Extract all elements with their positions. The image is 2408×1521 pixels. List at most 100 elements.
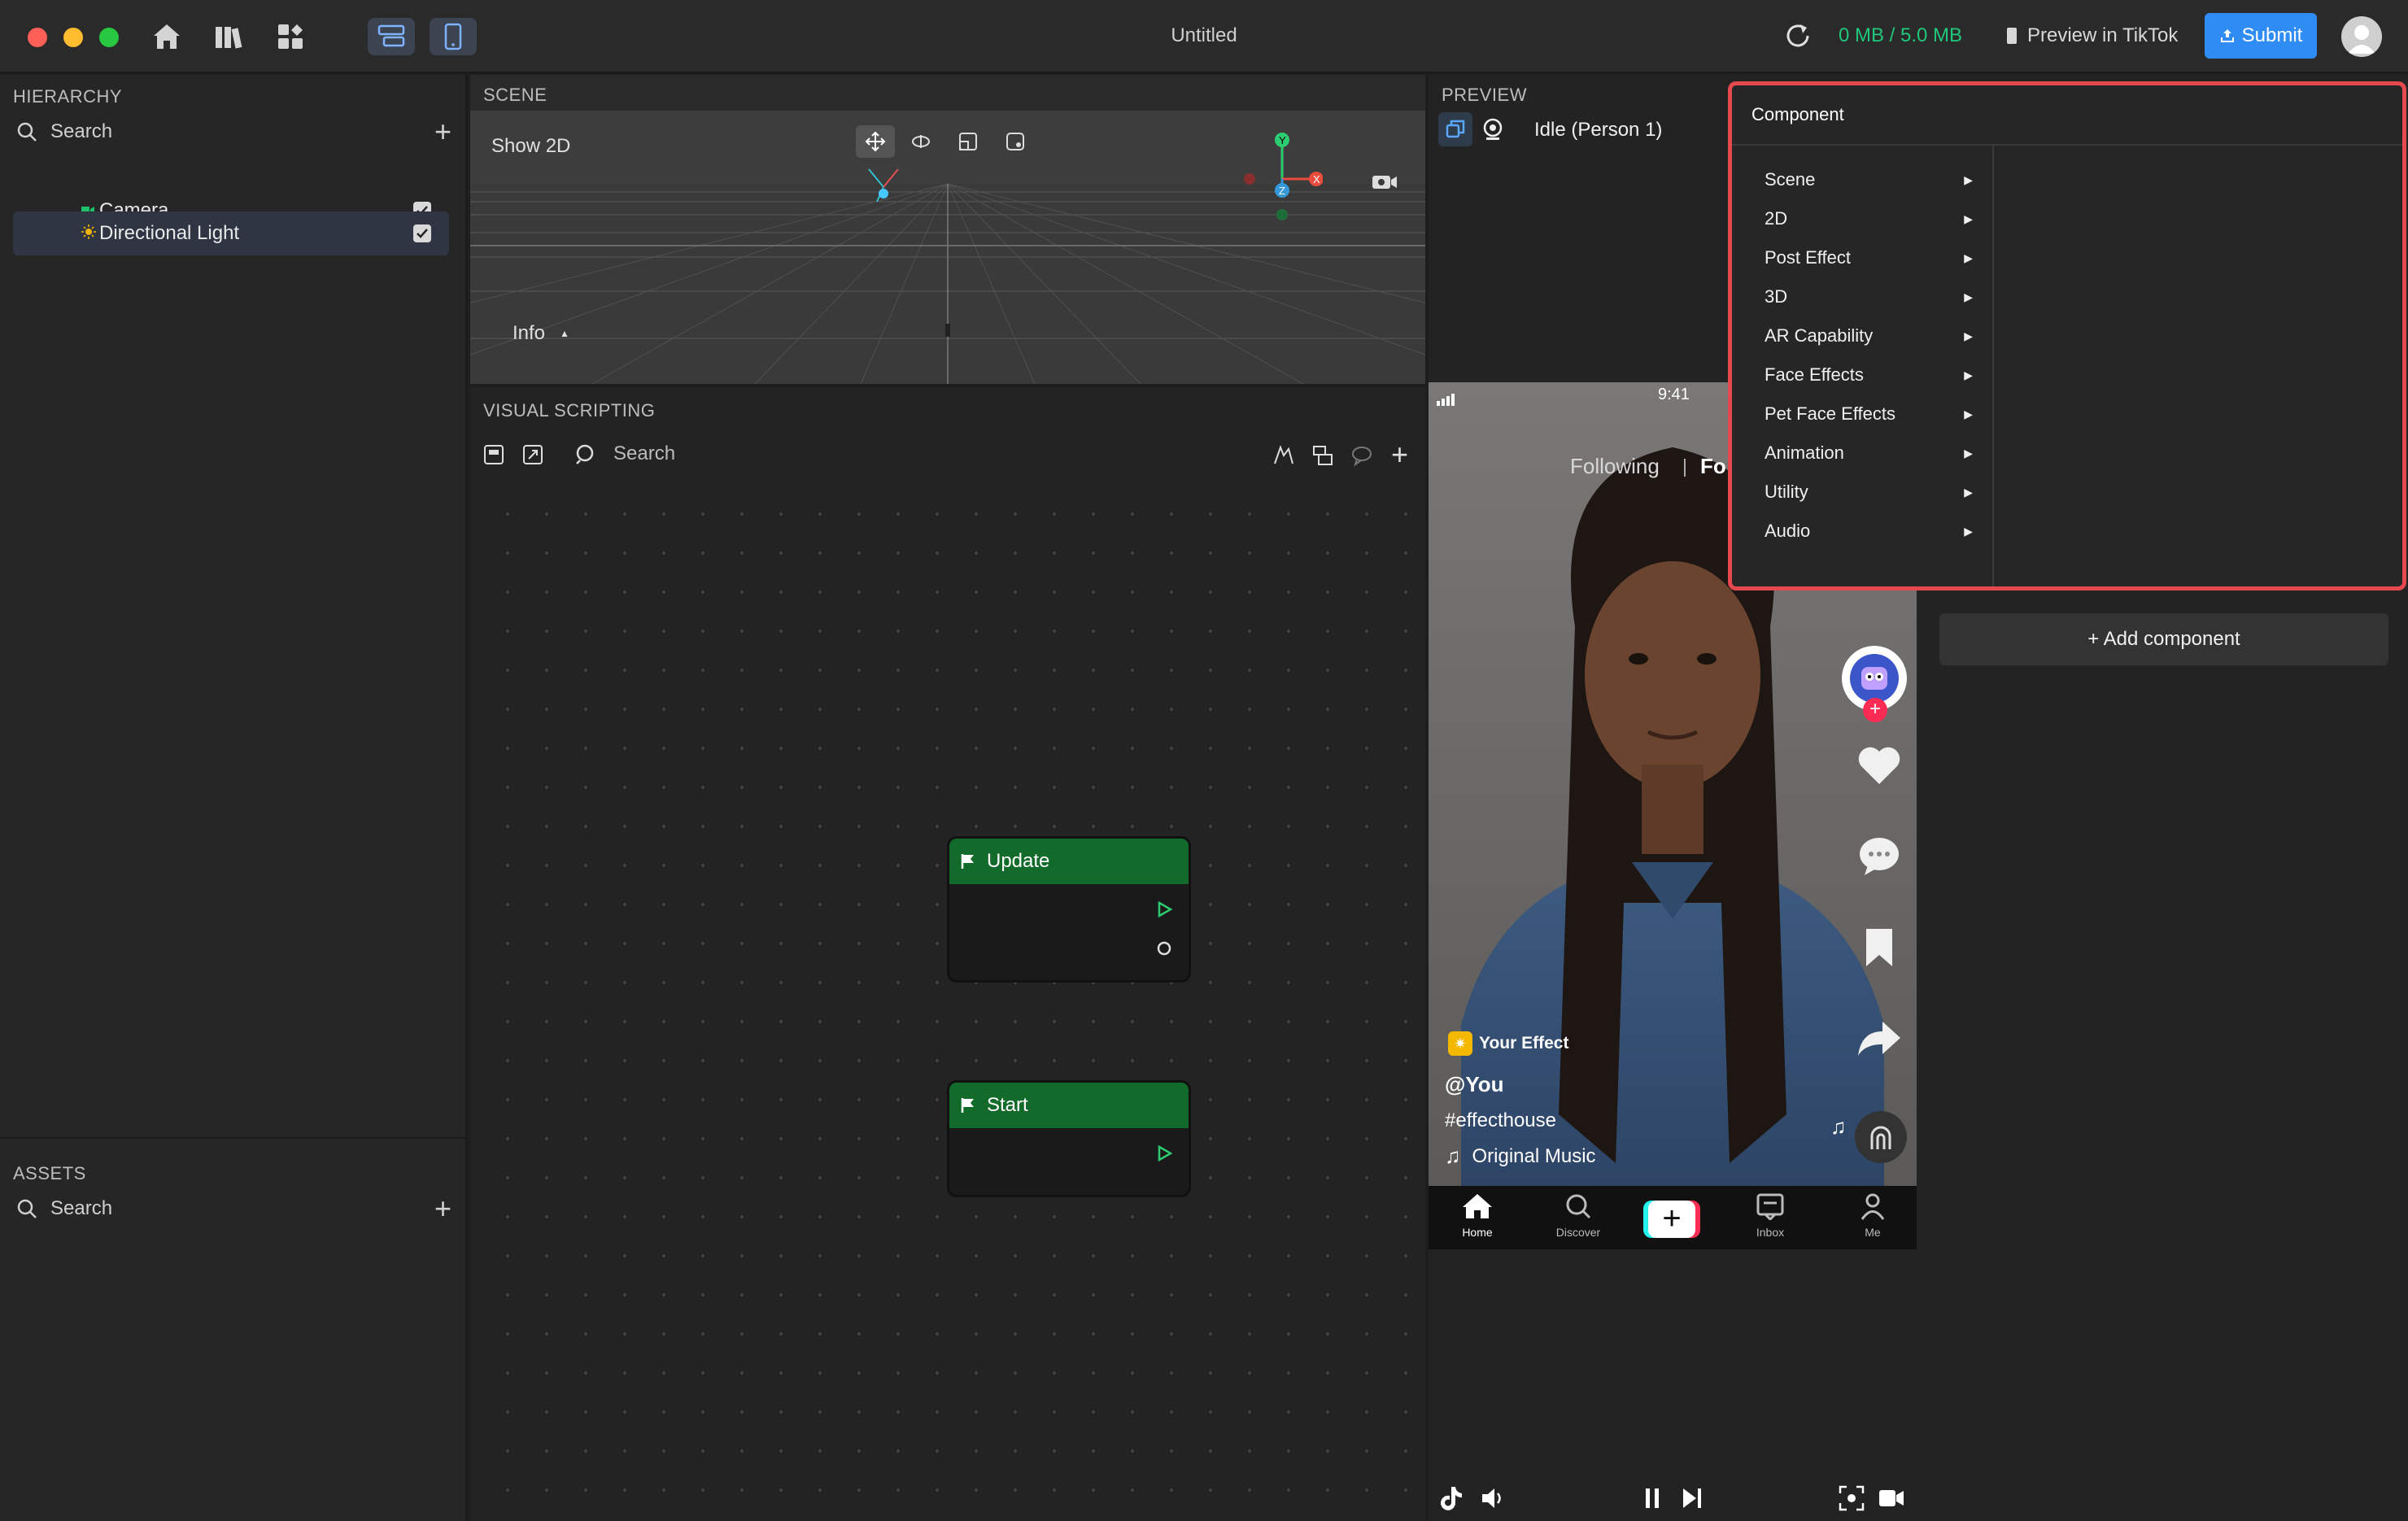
- nav-me[interactable]: Me: [1848, 1192, 1897, 1239]
- menu-item-scene[interactable]: Scene ▶: [1765, 163, 1973, 196]
- menu-item-utility[interactable]: Utility ▶: [1765, 476, 1973, 508]
- hierarchy-search[interactable]: Search: [16, 120, 112, 143]
- bookmark-icon[interactable]: [1863, 927, 1895, 974]
- menu-item-label: Utility: [1765, 482, 1808, 502]
- storage-usage: 0 MB / 5.0 MB: [1839, 24, 1963, 46]
- add-component-button[interactable]: + Add component: [1939, 613, 2388, 665]
- component-menu: Component Scene ▶ 2D ▶ Post Effect ▶ 3D ▶ AR…: [1728, 81, 2406, 591]
- assets-title: ASSETS: [13, 1163, 86, 1183]
- submit-label: Submit: [2241, 24, 2303, 46]
- chevron-right-icon: ▶: [1964, 211, 1973, 225]
- value-output-port[interactable]: [1156, 939, 1172, 962]
- node-search[interactable]: Search: [574, 442, 675, 465]
- exec-output-port[interactable]: [1158, 1144, 1173, 1167]
- nav-inbox[interactable]: Inbox: [1736, 1192, 1804, 1239]
- music-disc-icon[interactable]: [1855, 1111, 1907, 1163]
- add-node-button[interactable]: +: [1391, 438, 1408, 472]
- component-category-list: Scene ▶ 2D ▶ Post Effect ▶ 3D ▶ AR Capabilit…: [1732, 146, 1994, 586]
- assets-divider: [0, 1137, 465, 1139]
- menu-item-label: 2D: [1765, 208, 1788, 229]
- menu-item-animation[interactable]: Animation ▶: [1765, 437, 1973, 469]
- scene-title: SCENE: [483, 85, 547, 105]
- move-tool-button[interactable]: [856, 125, 895, 158]
- effect-tag[interactable]: ✷ Your Effect: [1448, 1031, 1568, 1056]
- update-node-header: Update: [949, 839, 1189, 884]
- video-username[interactable]: @You: [1445, 1072, 1504, 1097]
- preview-3d-toggle[interactable]: [1438, 112, 1472, 146]
- visibility-checkbox[interactable]: [413, 224, 431, 242]
- pause-icon[interactable]: [1643, 1487, 1661, 1515]
- menu-item-label: Post Effect: [1765, 247, 1851, 268]
- update-node[interactable]: Update: [947, 836, 1191, 983]
- scene-viewport[interactable]: Show 2D Y X Z Info ▲: [470, 111, 1425, 384]
- capture-icon[interactable]: [1839, 1485, 1865, 1517]
- share-arrow-icon[interactable]: [1856, 1020, 1902, 1063]
- info-label: Info: [513, 322, 546, 344]
- like-heart-icon[interactable]: [1856, 745, 1902, 791]
- follow-plus-icon[interactable]: +: [1863, 698, 1887, 722]
- show-2d-toggle[interactable]: Show 2D: [491, 135, 570, 158]
- chevron-right-icon: ▶: [1964, 172, 1973, 186]
- menu-item-post-effect[interactable]: Post Effect ▶: [1765, 242, 1973, 274]
- tiktok-logo-icon[interactable]: [1440, 1485, 1463, 1517]
- scale-tool-button[interactable]: [952, 127, 984, 156]
- menu-item-audio[interactable]: Audio ▶: [1765, 515, 1973, 547]
- menu-item-3d[interactable]: 3D ▶: [1765, 281, 1973, 313]
- comment-icon[interactable]: [1350, 444, 1373, 473]
- next-frame-icon[interactable]: [1681, 1487, 1703, 1515]
- axis-gizmo[interactable]: Y X Z: [1241, 130, 1324, 233]
- preview-controls: [1429, 1480, 1917, 1521]
- menu-item-2d[interactable]: 2D ▶: [1765, 203, 1973, 235]
- video-hashtag[interactable]: #effecthouse: [1445, 1109, 1556, 1132]
- hierarchy-title: HIERARCHY: [13, 86, 123, 107]
- tab-for-you[interactable]: Fo: [1700, 454, 1726, 479]
- rect-tool-button[interactable]: [999, 127, 1032, 156]
- visual-scripting-canvas[interactable]: Update Start: [470, 482, 1425, 1521]
- chevron-right-icon: ▶: [1964, 251, 1973, 264]
- signal-icon: [1437, 389, 1461, 412]
- record-video-icon[interactable]: [1878, 1487, 1905, 1515]
- group-nodes-icon[interactable]: [1311, 444, 1334, 473]
- nav-home[interactable]: Home: [1448, 1192, 1507, 1239]
- submit-button[interactable]: Submit: [2205, 13, 2317, 59]
- rect-transform-icon: [1006, 133, 1024, 150]
- add-object-button[interactable]: +: [434, 117, 452, 146]
- search-icon: [17, 122, 37, 142]
- info-toggle[interactable]: Info ▲: [513, 322, 569, 345]
- volume-icon[interactable]: [1481, 1487, 1505, 1515]
- tab-following[interactable]: Following: [1570, 454, 1660, 479]
- nav-discover[interactable]: Discover: [1544, 1192, 1612, 1239]
- hierarchy-search-placeholder: Search: [50, 120, 113, 142]
- chevron-right-icon: ▶: [1964, 329, 1973, 342]
- preview-state-select[interactable]: Idle (Person 1): [1534, 119, 1662, 142]
- camera-view-icon[interactable]: [1372, 172, 1398, 198]
- rotate-tool-button[interactable]: [905, 127, 937, 156]
- menu-item-label: AR Capability: [1765, 325, 1874, 346]
- bottom-nav: Home Discover + Inbox Me: [1429, 1186, 1917, 1249]
- auto-layout-icon[interactable]: [1272, 444, 1295, 473]
- menu-item-pet-face-effects[interactable]: Pet Face Effects ▶: [1765, 398, 1973, 430]
- video-music[interactable]: ♫ Original Music: [1445, 1144, 1596, 1169]
- comment-bubble-icon[interactable]: [1856, 836, 1902, 883]
- title-bar: Untitled 0 MB / 5.0 MB Preview in TikTok…: [0, 0, 2408, 73]
- user-avatar[interactable]: [2341, 16, 2382, 57]
- preview-in-tiktok-button[interactable]: Preview in TikTok: [2006, 24, 2178, 47]
- svg-text:Z: Z: [1279, 185, 1285, 197]
- refresh-icon[interactable]: [1783, 21, 1813, 56]
- start-node[interactable]: Start: [947, 1080, 1191, 1197]
- assets-search[interactable]: Search: [16, 1197, 112, 1220]
- menu-item-ar-capability[interactable]: AR Capability ▶: [1765, 320, 1973, 352]
- nav-me-label: Me: [1865, 1226, 1881, 1239]
- export-graph-icon[interactable]: [522, 444, 543, 471]
- menu-item-face-effects[interactable]: Face Effects ▶: [1765, 359, 1973, 391]
- add-asset-button[interactable]: +: [434, 1194, 452, 1223]
- create-button[interactable]: +: [1643, 1201, 1700, 1238]
- exec-output-port[interactable]: [1158, 900, 1173, 923]
- save-graph-icon[interactable]: [483, 444, 504, 471]
- nav-home-label: Home: [1462, 1226, 1493, 1239]
- update-node-title: Update: [987, 850, 1050, 872]
- hierarchy-item-directional-light-row[interactable]: Directional Light: [13, 211, 449, 255]
- effect-tag-label: Your Effect: [1479, 1034, 1569, 1052]
- webcam-icon[interactable]: [1481, 117, 1505, 147]
- search-icon: [17, 1199, 37, 1218]
